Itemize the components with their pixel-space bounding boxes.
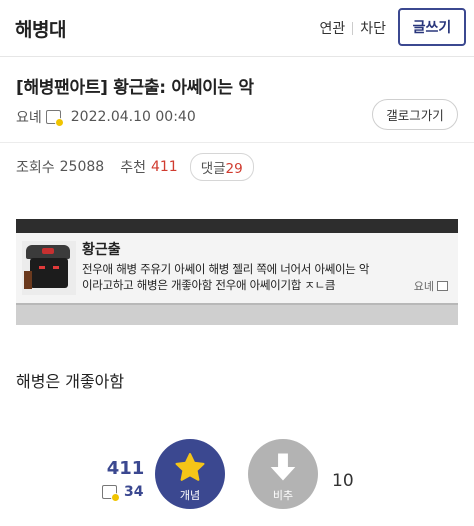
recommend-count: 411 (150, 159, 178, 175)
shoulder-shape (24, 271, 32, 289)
embed-line: 이라고하고 해병은 개좋아함 전우애 아쎄이기합 ㅈㄴ큼 (82, 278, 336, 292)
eye-shape (53, 266, 59, 269)
fixed-upvote-count: 34 (124, 484, 144, 500)
views-label: 조회수 (16, 160, 55, 176)
block-link[interactable]: 차단 (360, 18, 386, 38)
write-button[interactable]: 글쓰기 (398, 8, 466, 46)
upvote-button[interactable]: 개념 (155, 439, 225, 509)
embed-line: 전우애 해병 주유기 아쎄이 해병 젤리 쪽에 너어서 아쎄이는 악 (82, 262, 370, 276)
post-stats: 조회수 25088 추천 411 댓글29 (16, 153, 254, 181)
comment-button[interactable]: 댓글29 (189, 153, 254, 181)
related-link[interactable]: 연관 (319, 18, 345, 38)
upvote-count: 411 (106, 458, 145, 479)
hat-shape (26, 245, 70, 259)
arrow-down-icon (270, 453, 296, 481)
author-name[interactable]: 요녜 (16, 107, 42, 127)
upvote-label: 개념 (179, 489, 201, 502)
fixed-nick-icon (102, 485, 120, 502)
downvote-label: 비추 (272, 489, 294, 502)
star-icon (175, 453, 205, 481)
character-avatar (22, 241, 76, 295)
gallog-button[interactable]: 갤로그가기 (372, 99, 458, 130)
embed-user-tag: 요녜 (414, 278, 448, 294)
author-row: 요녜 2022.04.10 00:40 (16, 107, 196, 127)
divider (352, 21, 354, 35)
eye-shape (39, 266, 45, 269)
embed-nickname: 황근출 (82, 242, 121, 258)
comment-count: 29 (225, 161, 243, 177)
post-image[interactable]: 황근출 전우애 해병 주유기 아쎄이 해병 젤리 쪽에 너어서 아쎄이는 악 이… (16, 219, 458, 325)
post-title: [해병팬아트] 황근출: 아쎄이는 악 (16, 78, 254, 98)
recommend-label: 추천 (120, 160, 146, 176)
divider (0, 142, 474, 143)
header-links: 연관 차단 (319, 18, 386, 38)
fixed-upvote-row: 34 (102, 484, 144, 502)
gallery-name[interactable]: 해병대 (15, 15, 66, 42)
views-count: 25088 (59, 159, 105, 175)
mini-icon (437, 281, 448, 291)
fixed-nick-icon (45, 110, 64, 127)
comment-label: 댓글 (200, 161, 226, 177)
downvote-button[interactable]: 비추 (248, 439, 318, 509)
embed-user-name: 요녜 (413, 280, 434, 293)
embed-message: 전우애 해병 주유기 아쎄이 해병 젤리 쪽에 너어서 아쎄이는 악 이라고하고… (82, 261, 370, 293)
post-date: 2022.04.10 00:40 (70, 109, 196, 125)
downvote-count: 10 (332, 471, 354, 491)
post-body: 해병은 개좋아함 (16, 372, 125, 391)
image-bottom-band (16, 303, 458, 325)
image-top-band (16, 219, 458, 233)
face-shape (30, 258, 68, 288)
top-bar: 해병대 연관 차단 글쓰기 (0, 0, 474, 57)
